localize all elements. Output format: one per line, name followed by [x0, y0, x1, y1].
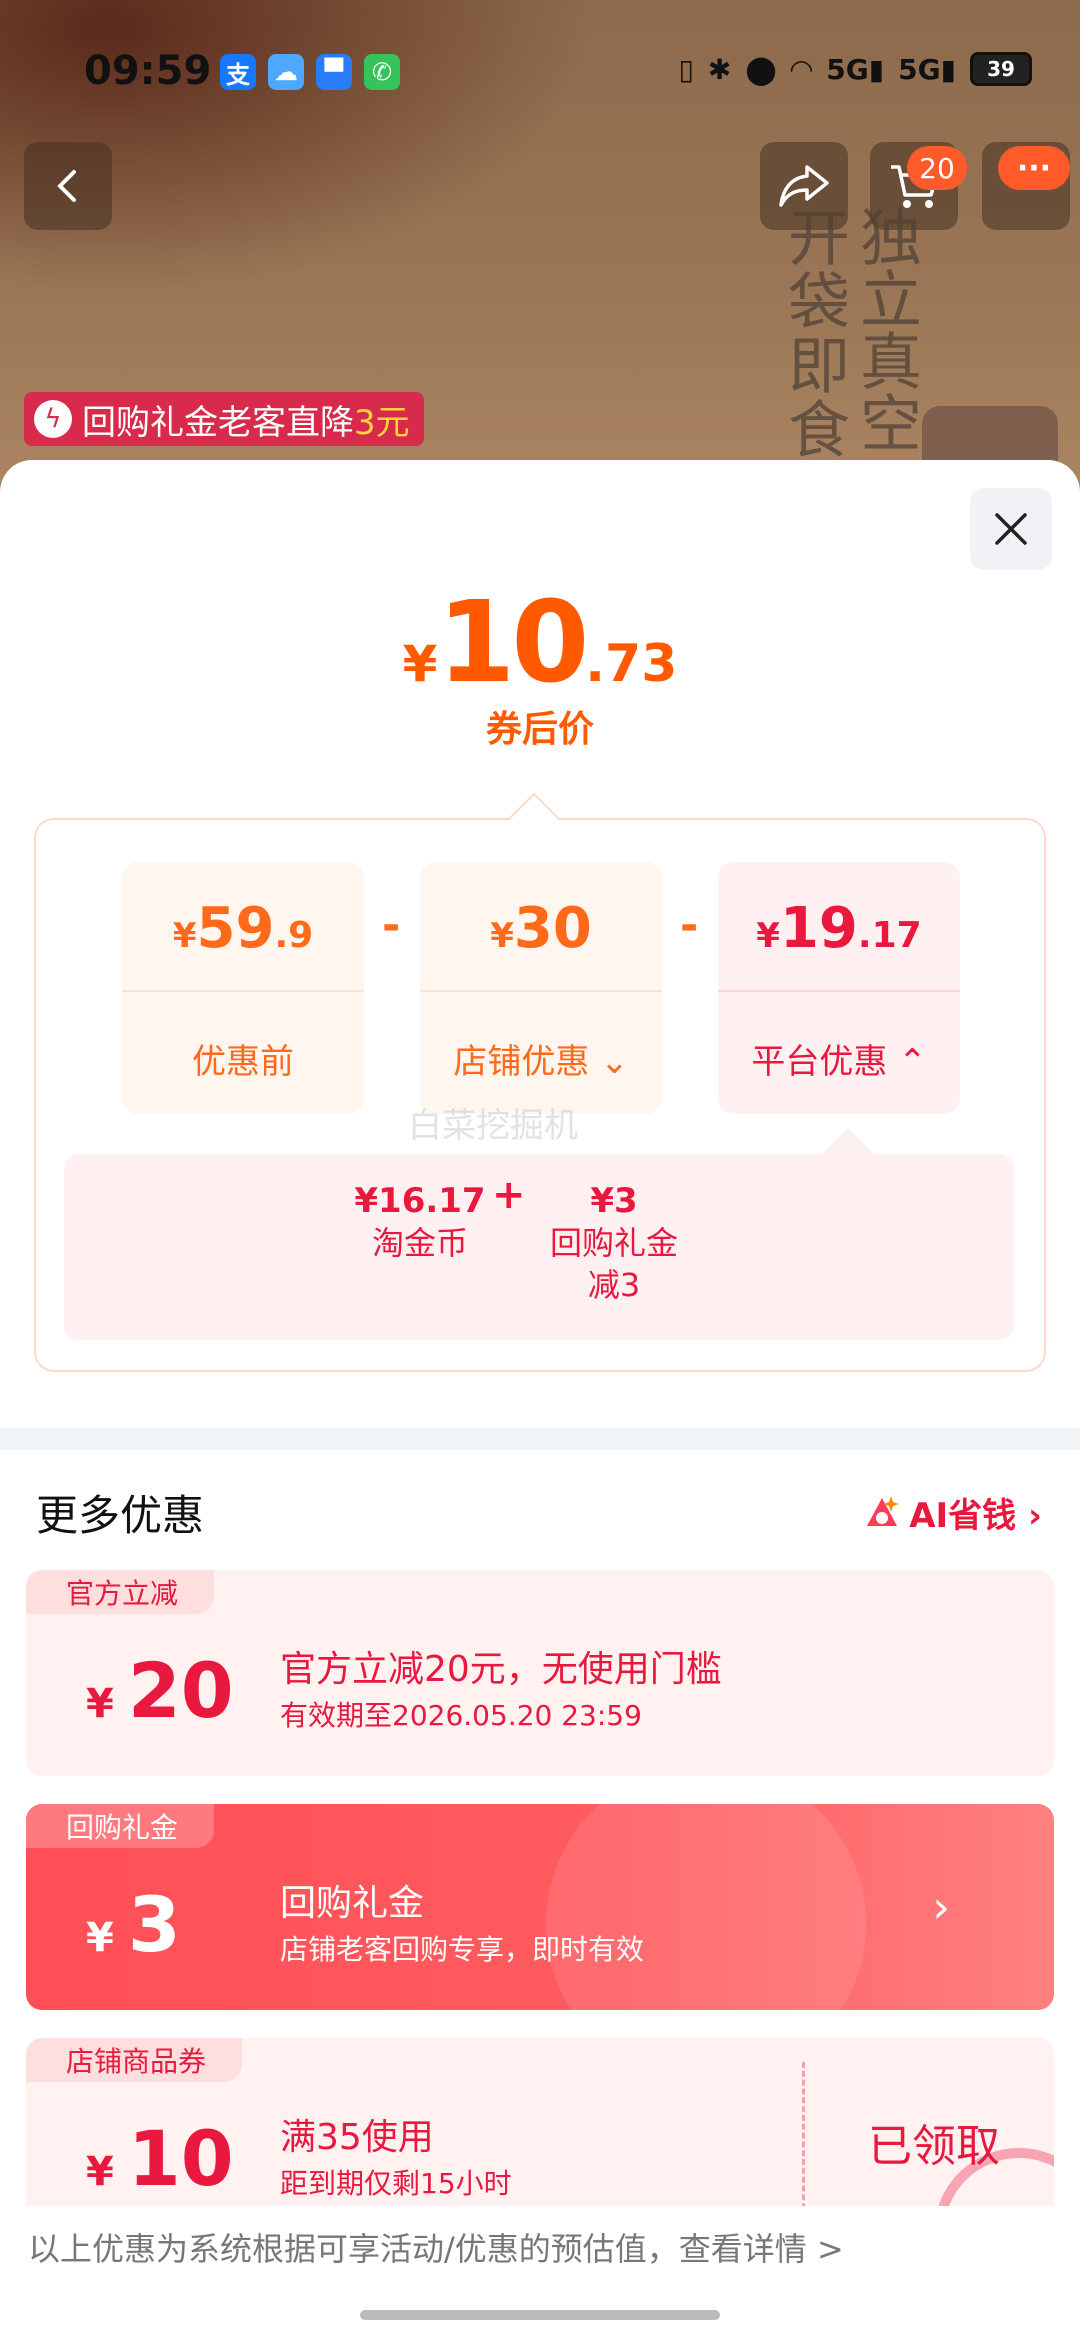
alipay-icon: 支 — [220, 54, 256, 90]
price-card-label: 平台优惠 ⌃ — [751, 1042, 927, 1082]
watermark: 白菜挖掘机 — [408, 1106, 578, 1146]
price-card-original: ¥59.9 优惠前 — [122, 862, 364, 1114]
status-time: 09:59 — [84, 48, 212, 94]
coupon-subtitle: 店铺老客回购专享，即时有效 — [280, 1933, 645, 1966]
ai-save-link[interactable]: AI省钱 › — [863, 1488, 1042, 1537]
disclaimer-link[interactable]: 以上优惠为系统根据可享活动/优惠的预估值，查看详情 > — [0, 2206, 1080, 2292]
coupon-tag: 官方立减 — [26, 1570, 215, 1614]
platform-item-coins: ¥16.17 淘金币 — [354, 1181, 486, 1262]
ai-logo-icon — [867, 1495, 900, 1526]
coupon-rebuy-gift[interactable]: 回购礼金 ¥3 回购礼金 店铺老客回购专享，即时有效 › — [26, 1804, 1054, 2010]
signal-1: 5G▮ — [826, 52, 885, 86]
rebuy-banner: ϟ 回购礼金老客直降3元 — [24, 392, 424, 446]
bluetooth-icon: ✱ — [707, 52, 732, 86]
coupon-tag: 回购礼金 — [26, 1804, 215, 1848]
wifi-icon: ◠ — [790, 52, 813, 86]
status-indicators: ▯ ✱ ⬤ ◠ 5G▮ 5G▮ 39 — [678, 52, 1032, 86]
coupon-amount: ¥10 — [86, 2114, 234, 2203]
phone-icon: ✆ — [364, 54, 400, 90]
vibrate-icon: ▯ — [678, 52, 694, 86]
share-icon — [779, 165, 829, 207]
home-indicator[interactable] — [360, 2310, 720, 2320]
coupon-official-discount[interactable]: 官方立减 ¥20 官方立减20元，无使用门槛 有效期至2026.05.20 23… — [26, 1570, 1054, 1776]
more-offers-title: 更多优惠 — [36, 1491, 205, 1540]
status-bar: 09:59 支 ☁ ▀ ✆ ▯ ✱ ⬤ ◠ 5G▮ 5G▮ 39 — [0, 0, 1080, 140]
coupon-subtitle: 有效期至2026.05.20 23:59 — [280, 1699, 642, 1732]
weather-icon: ☁ — [268, 54, 304, 90]
close-icon — [995, 513, 1027, 545]
back-icon — [57, 170, 76, 202]
chevron-right-icon: › — [932, 1882, 950, 1933]
price-card-platform-discount[interactable]: ¥19.17 平台优惠 ⌃ — [718, 862, 960, 1114]
coupon-decoration — [546, 1804, 866, 2010]
plus-sign: + — [492, 1172, 526, 1218]
signal-2: 5G▮ — [898, 52, 956, 86]
coupon-amount: ¥3 — [86, 1880, 181, 1969]
platform-breakdown-notch — [820, 1128, 876, 1156]
lightning-icon: ϟ — [34, 400, 72, 438]
product-text-col2: 开袋即食 — [777, 205, 850, 461]
minus-sign: - — [680, 900, 699, 951]
coupon-title: 官方立减20元，无使用门槛 — [280, 1649, 722, 1690]
cart-count-badge: 20 — [907, 146, 967, 190]
coupon-tag: 店铺商品券 — [26, 2038, 243, 2082]
coupon-amount: ¥20 — [86, 1646, 234, 1735]
coupon-title: 满35使用 — [280, 2117, 434, 2158]
final-price: ¥10.73 — [402, 578, 678, 708]
price-card-store-discount[interactable]: ¥30 店铺优惠 ⌄ — [420, 862, 662, 1114]
coupon-subtitle: 距到期仅剩15小时 — [280, 2167, 512, 2200]
minus-sign: - — [382, 900, 401, 951]
section-divider — [0, 1428, 1080, 1450]
price-card-label: 优惠前 — [192, 1042, 294, 1082]
final-price-label: 券后价 — [485, 709, 594, 750]
location-icon: ⬤ — [745, 52, 777, 86]
chevron-down-icon: ⌄ — [600, 1042, 629, 1082]
close-button[interactable] — [970, 488, 1052, 570]
back-button[interactable] — [24, 142, 112, 230]
battery-icon: 39 — [970, 52, 1032, 86]
more-icon: ··· — [998, 146, 1070, 190]
notification-icons: 支 ☁ ▀ ✆ — [220, 54, 400, 90]
price-card-label: 店铺优惠 ⌄ — [453, 1042, 629, 1082]
chevron-up-icon: ⌃ — [898, 1042, 927, 1082]
platform-item-rebuy: ¥3 回购礼金 减3 — [549, 1181, 678, 1304]
coupon-title: 回购礼金 — [280, 1883, 425, 1924]
product-text-col1: 独立真空 — [849, 205, 922, 453]
car-icon: ▀ — [316, 54, 352, 90]
